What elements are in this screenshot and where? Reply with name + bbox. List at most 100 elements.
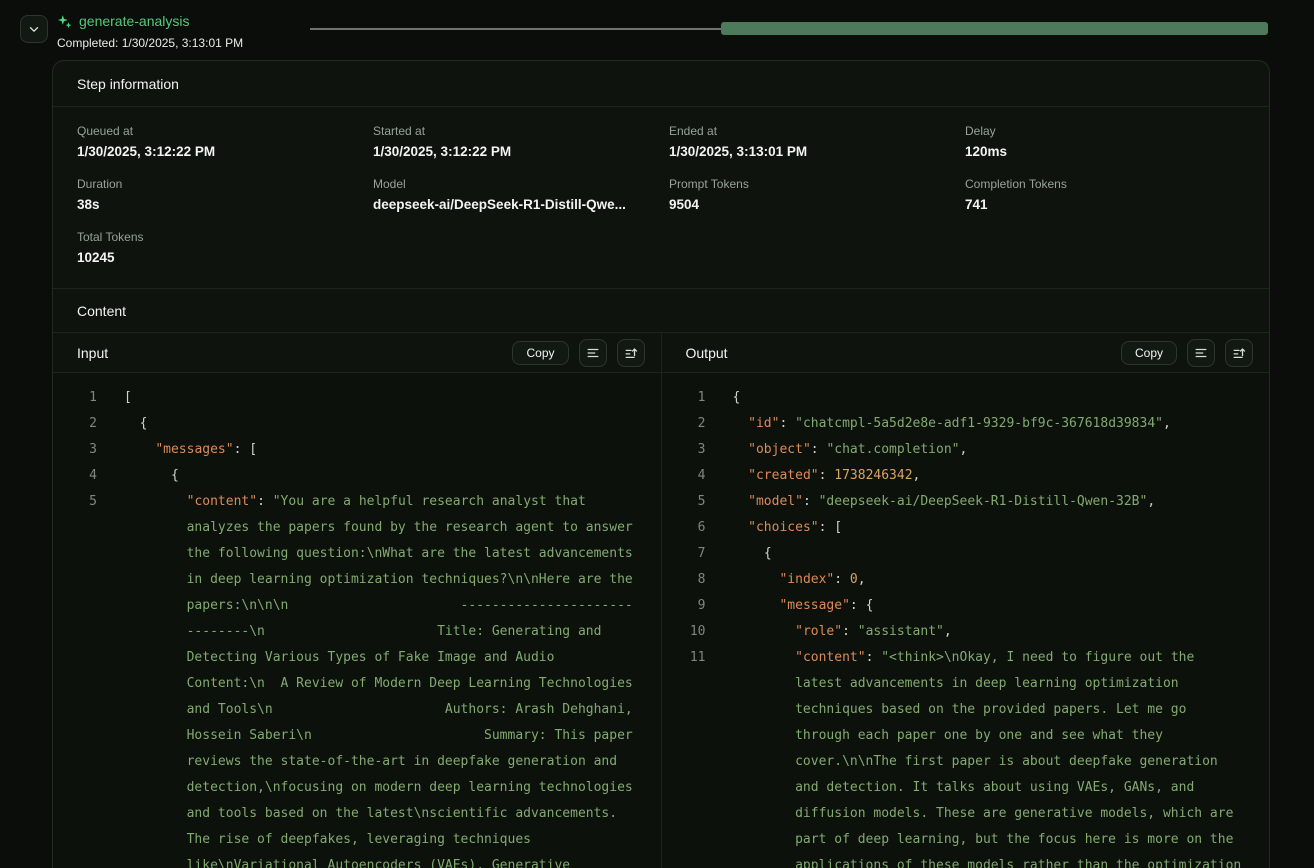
line-number: 4 bbox=[77, 463, 97, 489]
code-line: 1{ bbox=[686, 385, 1246, 411]
input-title: Input bbox=[77, 345, 108, 361]
info-label: Delay bbox=[965, 124, 1245, 138]
topbar: generate-analysis Completed: 1/30/2025, … bbox=[0, 0, 1314, 60]
info-label: Completion Tokens bbox=[965, 177, 1245, 191]
code-token: { bbox=[733, 390, 741, 405]
output-code-editor[interactable]: 1{2 "id": "chatcmpl-5a5d2e8e-adf1-9329-b… bbox=[662, 373, 1270, 868]
code-token: { bbox=[124, 468, 179, 483]
line-number: 5 bbox=[686, 489, 706, 515]
code-token: "assistant" bbox=[858, 624, 944, 639]
line-number: 1 bbox=[77, 385, 97, 411]
code-token: "chatcmpl-5a5d2e8e-adf1-9329-bf9c-367618… bbox=[795, 416, 1163, 431]
info-value: 1/30/2025, 3:12:22 PM bbox=[77, 144, 357, 160]
step-head: generate-analysis Completed: 1/30/2025, … bbox=[57, 13, 243, 50]
info-label: Model bbox=[373, 177, 653, 191]
code-token: "role" bbox=[795, 624, 842, 639]
code-token: "content" bbox=[795, 650, 865, 665]
code-token: { bbox=[733, 546, 772, 561]
info-value: 1/30/2025, 3:12:22 PM bbox=[373, 144, 653, 160]
code-token: { bbox=[124, 416, 147, 431]
code-token bbox=[733, 442, 749, 457]
info-label: Prompt Tokens bbox=[669, 177, 949, 191]
code-text: "model": "deepseek-ai/DeepSeek-R1-Distil… bbox=[733, 489, 1246, 515]
output-scroll-top-button[interactable] bbox=[1225, 339, 1253, 367]
collapse-button[interactable] bbox=[20, 15, 48, 43]
line-number: 2 bbox=[77, 411, 97, 437]
code-line: 10 "role": "assistant", bbox=[686, 619, 1246, 645]
code-token: "model" bbox=[748, 494, 803, 509]
code-token: "chat.completion" bbox=[826, 442, 959, 457]
output-copy-button[interactable]: Copy bbox=[1121, 341, 1177, 365]
code-text: "role": "assistant", bbox=[733, 619, 1246, 645]
code-token bbox=[733, 416, 749, 431]
code-token: , bbox=[858, 572, 866, 587]
code-line: 1[ bbox=[77, 385, 637, 411]
code-token: : [ bbox=[234, 442, 257, 457]
code-token: "created" bbox=[748, 468, 818, 483]
code-token: "index" bbox=[779, 572, 834, 587]
line-number: 10 bbox=[686, 619, 706, 645]
info-value: 741 bbox=[965, 197, 1245, 213]
input-code-editor[interactable]: 1[2 {3 "messages": [4 {5 "content": "You… bbox=[53, 373, 661, 868]
code-text: [ bbox=[124, 385, 637, 411]
wrap-lines-icon bbox=[586, 346, 600, 360]
page: generate-analysis Completed: 1/30/2025, … bbox=[0, 0, 1314, 868]
sparkles-icon bbox=[57, 14, 72, 29]
code-text: "messages": [ bbox=[124, 437, 637, 463]
line-number: 3 bbox=[686, 437, 706, 463]
arrow-up-lines-icon bbox=[624, 346, 638, 360]
code-line: 3 "object": "chat.completion", bbox=[686, 437, 1246, 463]
info-value: 10245 bbox=[77, 250, 357, 266]
input-wrap-text-button[interactable] bbox=[579, 339, 607, 367]
completed-timestamp: Completed: 1/30/2025, 3:13:01 PM bbox=[57, 36, 243, 50]
code-token: "id" bbox=[748, 416, 779, 431]
code-token: , bbox=[913, 468, 921, 483]
code-text: "choices": [ bbox=[733, 515, 1246, 541]
code-text: "index": 0, bbox=[733, 567, 1246, 593]
code-line: 5 "content": "You are a helpful research… bbox=[77, 489, 637, 868]
timeline-bar[interactable] bbox=[721, 22, 1268, 35]
code-line: 5 "model": "deepseek-ai/DeepSeek-R1-Dist… bbox=[686, 489, 1246, 515]
code-text: { bbox=[733, 541, 1246, 567]
arrow-up-lines-icon bbox=[1232, 346, 1246, 360]
code-line: 2 { bbox=[77, 411, 637, 437]
code-token: : bbox=[834, 572, 850, 587]
step-title: generate-analysis bbox=[79, 13, 190, 30]
info-field: Duration38s bbox=[77, 177, 357, 213]
info-label: Ended at bbox=[669, 124, 949, 138]
line-number: 2 bbox=[686, 411, 706, 437]
code-token bbox=[733, 624, 796, 639]
line-number: 7 bbox=[686, 541, 706, 567]
code-text: { bbox=[733, 385, 1246, 411]
code-text: "message": { bbox=[733, 593, 1246, 619]
code-token: , bbox=[960, 442, 968, 457]
code-token bbox=[733, 572, 780, 587]
input-copy-button[interactable]: Copy bbox=[512, 341, 568, 365]
code-text: "content": "You are a helpful research a… bbox=[124, 489, 637, 868]
code-line: 11 "content": "<think>\nOkay, I need to … bbox=[686, 645, 1246, 868]
code-token: 0 bbox=[850, 572, 858, 587]
line-number: 3 bbox=[77, 437, 97, 463]
info-field: Started at1/30/2025, 3:12:22 PM bbox=[373, 124, 653, 160]
wrap-lines-icon bbox=[1194, 346, 1208, 360]
info-field: Prompt Tokens 9504 bbox=[669, 177, 949, 213]
info-field: Total Tokens10245 bbox=[77, 230, 357, 266]
info-field: Modeldeepseek-ai/DeepSeek-R1-Distill-Qwe… bbox=[373, 177, 653, 213]
code-line: 4 "created": 1738246342, bbox=[686, 463, 1246, 489]
code-token: , bbox=[944, 624, 952, 639]
output-wrap-text-button[interactable] bbox=[1187, 339, 1215, 367]
code-line: 3 "messages": [ bbox=[77, 437, 637, 463]
info-value: 9504 bbox=[669, 197, 949, 213]
step-information-header: Step information bbox=[53, 61, 1269, 107]
content-header: Content bbox=[53, 288, 1269, 333]
code-token: : bbox=[842, 624, 858, 639]
info-field: Ended at1/30/2025, 3:13:01 PM bbox=[669, 124, 949, 160]
code-token bbox=[733, 468, 749, 483]
input-scroll-top-button[interactable] bbox=[617, 339, 645, 367]
code-token bbox=[733, 520, 749, 535]
code-line: 9 "message": { bbox=[686, 593, 1246, 619]
content-panes: Input Copy 1[2 {3 "messages": [4 {5 bbox=[53, 333, 1269, 868]
chevron-down-icon bbox=[27, 22, 41, 36]
line-number: 8 bbox=[686, 567, 706, 593]
line-number: 6 bbox=[686, 515, 706, 541]
